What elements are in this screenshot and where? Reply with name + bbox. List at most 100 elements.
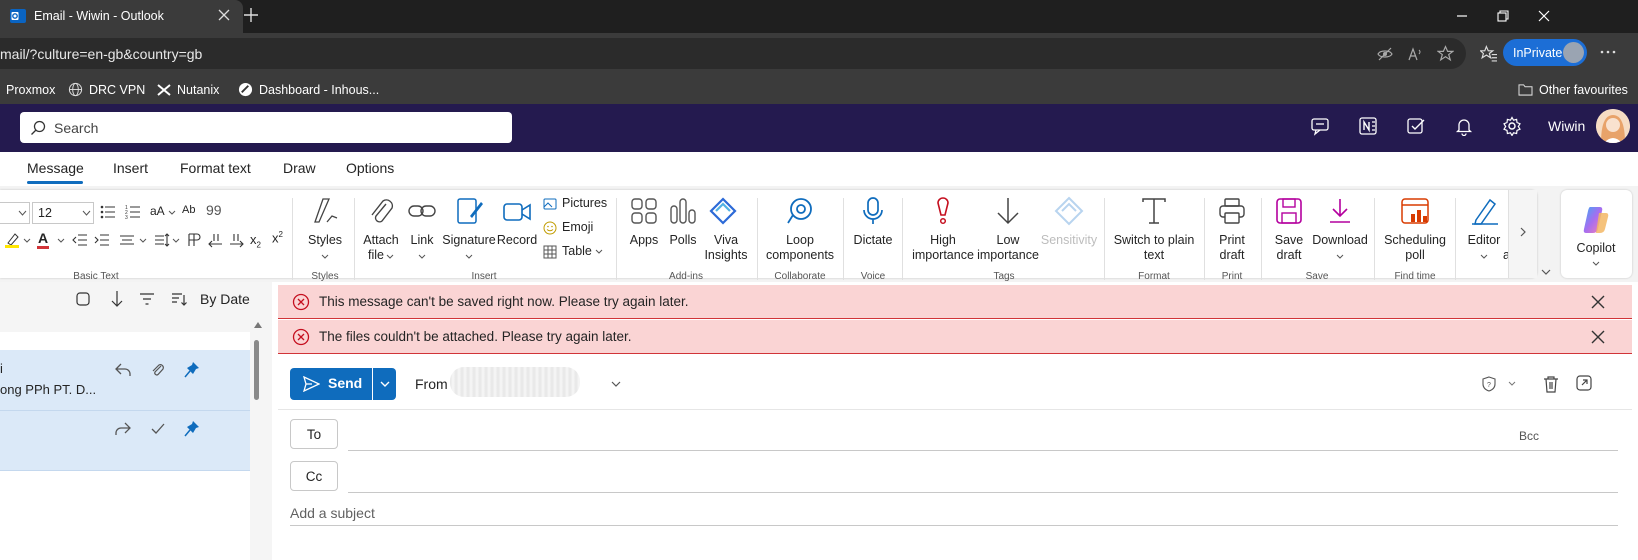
plain-text-icon[interactable] <box>1139 196 1169 226</box>
dismiss-error-icon[interactable] <box>1591 295 1605 309</box>
tracking-prevention-icon[interactable] <box>1377 46 1393 62</box>
sort-by-date[interactable]: By Date <box>200 291 250 307</box>
restore-icon[interactable] <box>1497 10 1509 22</box>
table-icon[interactable] <box>543 245 557 259</box>
loop-icon[interactable] <box>785 196 815 226</box>
from-account-redacted[interactable] <box>450 367 580 397</box>
subscript-icon[interactable]: x2 <box>250 232 261 250</box>
subject-field[interactable]: Add a subject <box>290 498 1618 526</box>
paragraph-ltr-icon[interactable] <box>186 232 202 248</box>
scheduling-poll-icon[interactable] <box>1400 196 1430 226</box>
superscript-icon[interactable]: x2 <box>272 230 283 245</box>
record-video-icon[interactable] <box>502 198 532 226</box>
read-aloud-icon[interactable] <box>1407 46 1423 62</box>
editor-pen-icon[interactable] <box>1470 196 1500 226</box>
close-tab-icon[interactable] <box>218 9 230 21</box>
list-item[interactable]: i ong PPh PT. D... <box>0 350 250 410</box>
printer-icon[interactable] <box>1217 196 1247 226</box>
dismiss-error-icon[interactable] <box>1591 330 1605 344</box>
microphone-icon[interactable] <box>858 196 888 226</box>
search-box[interactable]: Search <box>20 112 512 143</box>
other-favourites[interactable]: Other favourites <box>1518 75 1628 104</box>
tab-format-text[interactable]: Format text <box>180 160 251 176</box>
tab-draw[interactable]: Draw <box>283 160 316 176</box>
teams-chat-icon[interactable] <box>1310 116 1332 138</box>
attach-paperclip-icon[interactable] <box>366 196 396 226</box>
case-change-icon[interactable]: Ab <box>182 204 195 216</box>
favorites-icon[interactable] <box>1480 45 1497 62</box>
cc-field[interactable] <box>348 465 1618 493</box>
sort-icon[interactable] <box>171 291 187 307</box>
increase-indent-icon[interactable] <box>94 232 110 248</box>
address-bar[interactable]: mail/?culture=en-gb&country=gb <box>0 38 1466 69</box>
pin-icon[interactable] <box>184 361 200 379</box>
apps-grid-icon[interactable] <box>629 196 659 226</box>
align-right-icon[interactable] <box>229 232 245 248</box>
viva-insights-icon[interactable] <box>708 196 738 226</box>
font-size-change-icon[interactable]: aA <box>150 204 165 218</box>
download-icon[interactable] <box>1325 196 1355 226</box>
user-avatar[interactable] <box>1596 109 1630 143</box>
pin-icon[interactable] <box>184 420 200 438</box>
styles-icon[interactable] <box>309 196 339 226</box>
highlight-icon[interactable] <box>5 232 21 248</box>
send-options-button[interactable] <box>373 368 396 400</box>
scrollbar-thumb[interactable] <box>254 340 259 400</box>
scroll-up-icon[interactable] <box>254 322 262 328</box>
checkmark-icon[interactable] <box>150 421 166 437</box>
numbering-icon[interactable]: 123 <box>125 204 141 220</box>
attachment-icon[interactable] <box>150 362 166 378</box>
font-color-icon[interactable]: A <box>38 230 48 246</box>
bcc-button[interactable]: Bcc <box>1519 429 1539 443</box>
sensitivity-shield-icon[interactable]: ? <box>1482 376 1496 392</box>
cc-button[interactable]: Cc <box>290 461 338 491</box>
font-name-dropdown[interactable] <box>0 202 30 224</box>
send-button[interactable]: Send <box>290 368 372 400</box>
forward-icon[interactable] <box>114 421 132 437</box>
save-draft-icon[interactable] <box>1274 196 1304 226</box>
table-label[interactable]: Table <box>562 244 592 258</box>
todo-icon[interactable] <box>1406 116 1428 138</box>
new-tab-icon[interactable] <box>244 8 258 22</box>
bookmark-nutanix[interactable]: Nutanix <box>157 75 219 104</box>
discard-trash-icon[interactable] <box>1543 376 1559 393</box>
to-button[interactable]: To <box>290 419 338 449</box>
pictures-icon[interactable] <box>543 198 557 210</box>
minimize-icon[interactable] <box>1456 10 1468 22</box>
low-importance-icon[interactable] <box>993 196 1023 226</box>
bookmark-dashboard[interactable]: Dashboard - Inhous... <box>238 75 379 104</box>
align-icon[interactable] <box>119 232 135 248</box>
select-mode-icon[interactable] <box>75 291 91 307</box>
ribbon-scroll-right[interactable] <box>1508 190 1537 278</box>
pop-out-icon[interactable] <box>1576 375 1592 391</box>
reply-icon[interactable] <box>114 362 132 378</box>
polls-icon[interactable] <box>668 196 698 226</box>
favorite-star-icon[interactable] <box>1437 45 1454 62</box>
sensitivity-icon[interactable] <box>1054 196 1084 226</box>
emoji-label[interactable]: Emoji <box>562 220 593 234</box>
emoji-icon[interactable] <box>543 221 557 235</box>
tab-options[interactable]: Options <box>346 160 394 176</box>
quote-icon[interactable]: 99 <box>206 202 222 218</box>
settings-gear-icon[interactable] <box>1502 116 1524 138</box>
line-spacing-icon[interactable] <box>154 232 170 248</box>
bookmark-proxmox[interactable]: Proxmox <box>6 75 55 104</box>
onenote-icon[interactable] <box>1358 116 1380 138</box>
browser-menu-icon[interactable] <box>1600 44 1616 60</box>
high-importance-icon[interactable] <box>928 196 958 226</box>
ribbon-expand-chevron-icon[interactable] <box>1541 269 1551 275</box>
tab-message[interactable]: Message <box>27 160 84 176</box>
to-field[interactable]: Bcc <box>348 423 1618 451</box>
copilot-button[interactable]: Copilot <box>1561 190 1632 278</box>
bullets-icon[interactable] <box>100 204 116 220</box>
font-size-dropdown[interactable]: 12 <box>32 202 94 224</box>
link-icon[interactable] <box>407 196 437 226</box>
bookmark-drc-vpn[interactable]: DRC VPN <box>68 75 145 104</box>
close-window-icon[interactable] <box>1538 10 1550 22</box>
tab-insert[interactable]: Insert <box>113 160 148 176</box>
decrease-indent-icon[interactable] <box>72 232 88 248</box>
signature-icon[interactable] <box>455 196 485 226</box>
filter-icon[interactable] <box>139 291 155 307</box>
inprivate-badge[interactable]: InPrivate <box>1503 39 1587 66</box>
pictures-label[interactable]: Pictures <box>562 196 607 210</box>
